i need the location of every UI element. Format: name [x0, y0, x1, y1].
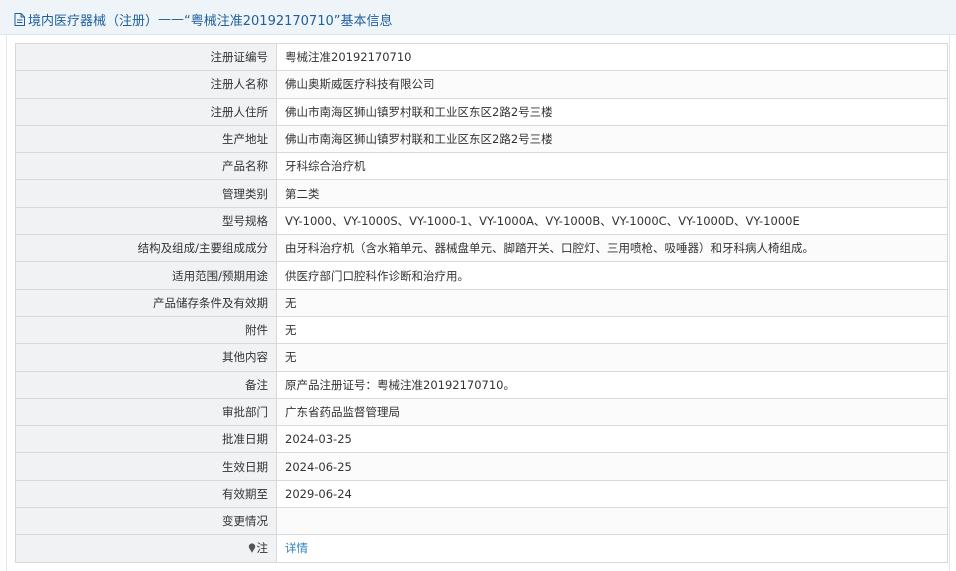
table-row: 注册人名称 佛山奥斯威医疗科技有限公司 [15, 70, 948, 99]
field-value: 佛山市南海区狮山镇罗村联和工业区东区2路2号三楼 [276, 124, 948, 154]
field-label: 批准日期 [15, 425, 277, 454]
field-label: 备注 [15, 370, 277, 399]
header-separator: —— [158, 12, 185, 27]
info-table-body: 注册证编号 粤械注准20192170710 注册人名称 佛山奥斯威医疗科技有限公司 注册… [15, 42, 948, 563]
field-label: 生产地址 [15, 124, 277, 154]
table-row: 备注 原产品注册证号：粤械注准20192170710。 [15, 370, 948, 399]
field-value: 2024-06-25 [276, 452, 948, 481]
field-value: 粤械注准20192170710 [276, 42, 948, 72]
page-header: 境内医疗器械（注册） —— “粤械注准20192170710”基本信息 [0, 0, 956, 35]
field-value: 原产品注册证号：粤械注准20192170710。 [276, 370, 948, 399]
field-value: 供医疗部门口腔科作诊断和治疗用。 [276, 261, 948, 290]
header-prefix: 境内医疗器械（注册） [28, 14, 159, 29]
field-label: 有效期至 [15, 479, 277, 509]
field-label-note: 注 [15, 534, 277, 563]
field-label: 生效日期 [15, 452, 277, 481]
header-record-title: “粤械注准20192170710”基本信息 [184, 14, 393, 29]
field-label: 适用范围/预期用途 [15, 261, 277, 290]
table-row: 型号规格 VY-1000、VY-1000S、VY-1000-1、VY-1000A、… [15, 206, 948, 236]
table-row: 产品名称 牙科综合治疗机 [15, 152, 948, 181]
document-icon [14, 13, 25, 26]
field-label: 型号规格 [15, 206, 277, 236]
field-value: 2029-06-24 [276, 479, 948, 509]
table-row: 变更情况 [15, 507, 948, 536]
field-value: 无 [276, 288, 948, 317]
field-value: 佛山奥斯威医疗科技有限公司 [276, 70, 948, 99]
field-label: 注册证编号 [15, 42, 277, 72]
table-row: 产品储存条件及有效期无 [15, 288, 948, 317]
table-row: 其他内容无 [15, 343, 948, 372]
table-row: 适用范围/预期用途 供医疗部门口腔科作诊断和治疗用。 [15, 261, 948, 290]
field-label: 管理类别 [15, 179, 277, 208]
field-value: 牙科综合治疗机 [276, 152, 948, 181]
field-label: 产品储存条件及有效期 [15, 288, 277, 317]
table-row: 注册人住所 佛山市南海区狮山镇罗村联和工业区东区2路2号三楼 [15, 97, 948, 126]
table-row: 注册证编号 粤械注准20192170710 [15, 42, 948, 72]
field-value-note: 详情 [276, 534, 948, 563]
table-row: 结构及组成/主要组成成分 由牙科治疗机（含水箱单元、器械盘单元、脚踏开关、口腔灯、… [15, 234, 948, 263]
table-row: 审批部门 广东省药品监督管理局 [15, 397, 948, 427]
table-row: 有效期至 2029-06-24 [15, 479, 948, 509]
field-label: 附件 [15, 315, 277, 345]
field-value: 无 [276, 315, 948, 345]
field-value: 由牙科治疗机（含水箱单元、器械盘单元、脚踏开关、口腔灯、三用喷枪、吸唾器）和牙科… [276, 234, 948, 263]
field-label: 变更情况 [15, 507, 277, 536]
table-row-note: 注 详情 [15, 534, 948, 563]
table-row: 生产地址 佛山市南海区狮山镇罗村联和工业区东区2路2号三楼 [15, 124, 948, 154]
header-title-line: 境内医疗器械（注册） —— “粤械注准20192170710”基本信息 [14, 10, 392, 29]
table-row: 附件无 [15, 315, 948, 345]
note-label: 注 [256, 541, 269, 556]
field-value: 2024-03-25 [276, 425, 948, 454]
table-row: 批准日期 2024-03-25 [15, 425, 948, 454]
field-label: 注册人名称 [15, 70, 277, 99]
table-row: 生效日期 2024-06-25 [15, 452, 948, 481]
field-value: 佛山市南海区狮山镇罗村联和工业区东区2路2号三楼 [276, 97, 948, 126]
field-label: 注册人住所 [15, 97, 277, 126]
field-label: 审批部门 [15, 397, 277, 427]
field-label: 结构及组成/主要组成成分 [15, 234, 277, 263]
field-value [276, 507, 948, 536]
field-label: 产品名称 [15, 152, 277, 181]
table-row: 管理类别 第二类 [15, 179, 948, 208]
details-link[interactable]: 详情 [285, 541, 308, 555]
field-value: 无 [276, 343, 948, 372]
field-label: 其他内容 [15, 343, 277, 372]
field-value: 第二类 [276, 179, 948, 208]
field-value: VY-1000、VY-1000S、VY-1000-1、VY-1000A、VY-1… [276, 206, 948, 236]
pin-icon [248, 543, 255, 554]
field-value: 广东省药品监督管理局 [276, 397, 948, 427]
device-info-table: 注册证编号 粤械注准20192170710 注册人名称 佛山奥斯威医疗科技有限公司 注册… [15, 42, 948, 563]
